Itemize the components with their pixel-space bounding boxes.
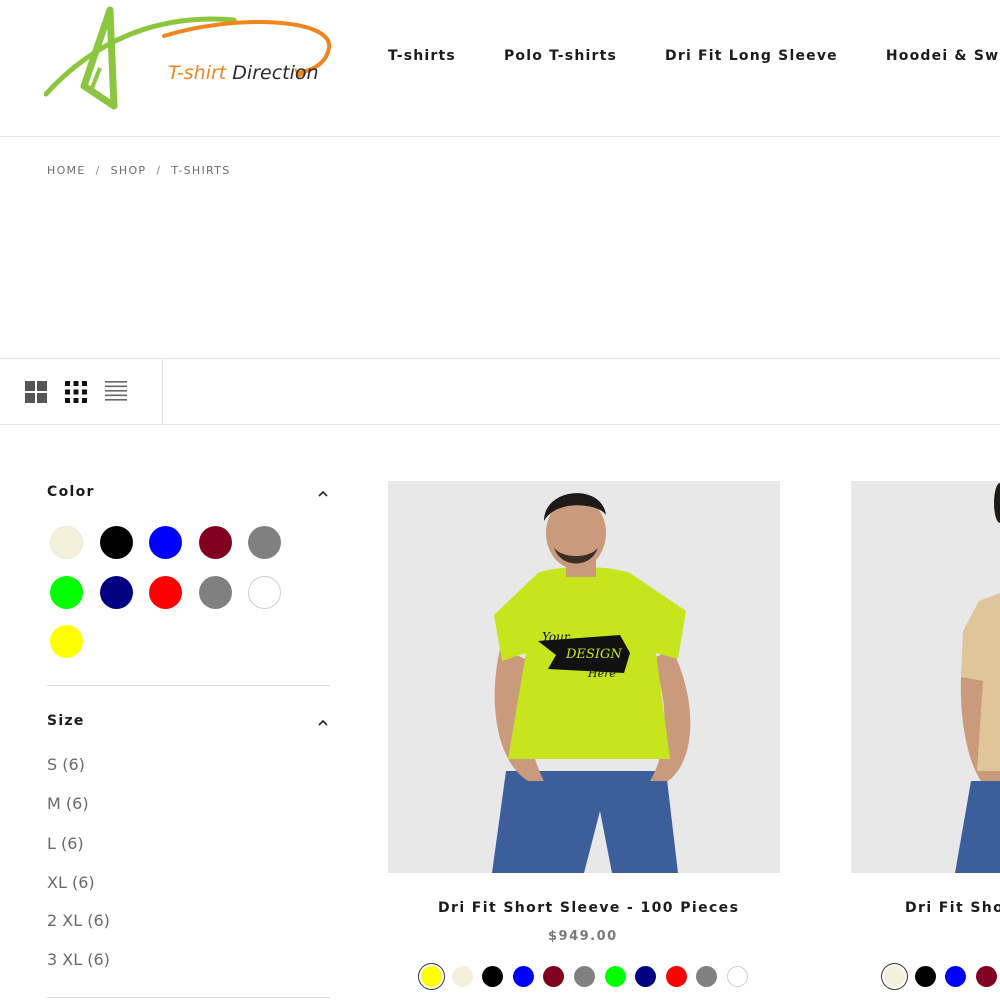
print-text-your: Your xyxy=(542,630,571,644)
breadcrumb: HOME / SHOP / T-SHIRTS xyxy=(47,164,230,177)
product-color-swatch[interactable] xyxy=(884,966,905,987)
nav-item-tshirts[interactable]: T-shirts xyxy=(388,48,456,64)
product-color-swatch[interactable] xyxy=(421,966,442,987)
logo-word-direction: Direction xyxy=(232,62,319,84)
color-swatch[interactable] xyxy=(198,526,232,559)
product-color-swatch[interactable] xyxy=(945,966,967,987)
breadcrumb-shop[interactable]: SHOP xyxy=(111,164,147,177)
size-filter-title[interactable]: Size xyxy=(47,713,85,729)
color-swatch[interactable] xyxy=(50,575,83,609)
size-option-l[interactable]: L (6) xyxy=(47,834,84,853)
product-color-swatch[interactable] xyxy=(543,966,565,987)
grid-3-icon[interactable] xyxy=(64,380,88,404)
site-header: T-shirt Direction T-shirts Polo T-shirts… xyxy=(0,0,1000,137)
product-color-swatch[interactable] xyxy=(914,966,936,987)
product-image[interactable] xyxy=(851,481,1000,873)
breadcrumb-separator: / xyxy=(95,164,101,177)
nav-item-hoodies[interactable]: Hoodei & Sw xyxy=(886,48,999,64)
size-option-xl[interactable]: XL (6) xyxy=(47,873,95,892)
grid-2-icon[interactable] xyxy=(24,380,48,404)
product-title[interactable]: Dri Fit Short Sleeve - 100 Pieces xyxy=(438,900,739,916)
toolbar-divider xyxy=(162,359,163,425)
product-image[interactable]: Your DESIGN Here xyxy=(388,481,780,873)
color-swatch[interactable] xyxy=(50,526,83,559)
color-swatch[interactable] xyxy=(99,526,133,559)
color-swatch[interactable] xyxy=(50,625,83,658)
product-color-swatch[interactable] xyxy=(482,966,504,987)
print-text-here: Here xyxy=(587,667,616,680)
product-color-swatch[interactable] xyxy=(975,966,997,987)
list-icon[interactable] xyxy=(104,380,128,404)
size-option-3xl[interactable]: 3 XL (6) xyxy=(47,950,110,969)
product-color-swatch[interactable] xyxy=(512,966,534,987)
nav-item-polo-tshirts[interactable]: Polo T-shirts xyxy=(504,48,617,64)
product-color-swatch[interactable] xyxy=(665,966,687,987)
logo-word-tshirt: T-shirt xyxy=(168,62,227,84)
chevron-up-icon[interactable] xyxy=(316,486,330,500)
color-swatch[interactable] xyxy=(149,575,182,609)
color-swatch[interactable] xyxy=(248,575,281,609)
breadcrumb-home[interactable]: HOME xyxy=(47,164,86,177)
site-logo[interactable]: T-shirt Direction xyxy=(43,6,336,110)
breadcrumb-separator: / xyxy=(156,164,162,177)
product-color-swatch[interactable] xyxy=(727,966,748,987)
filter-divider xyxy=(47,997,330,998)
product-color-swatch[interactable] xyxy=(635,966,657,987)
size-option-2xl[interactable]: 2 XL (6) xyxy=(47,911,110,930)
product-color-swatch[interactable] xyxy=(604,966,626,987)
color-swatch[interactable] xyxy=(99,575,133,609)
filter-divider xyxy=(47,685,330,686)
color-swatch[interactable] xyxy=(149,526,182,559)
product-color-swatch[interactable] xyxy=(451,966,473,987)
size-option-s[interactable]: S (6) xyxy=(47,755,85,774)
chevron-up-icon[interactable] xyxy=(316,715,330,729)
collection-toolbar xyxy=(0,358,1000,425)
product-price: $949.00 xyxy=(548,929,618,944)
nav-item-dri-fit-long-sleeve[interactable]: Dri Fit Long Sleeve xyxy=(665,48,838,64)
color-swatch[interactable] xyxy=(198,575,232,609)
color-swatch[interactable] xyxy=(248,526,281,559)
size-option-m[interactable]: M (6) xyxy=(47,794,89,813)
print-text-design: DESIGN xyxy=(565,647,622,662)
color-filter-title[interactable]: Color xyxy=(47,484,95,500)
product-title[interactable]: Dri Fit Sho xyxy=(905,900,1000,916)
product-color-swatch[interactable] xyxy=(574,966,595,987)
breadcrumb-current: T-SHIRTS xyxy=(171,164,231,177)
main-nav: T-shirts Polo T-shirts Dri Fit Long Slee… xyxy=(388,48,1000,64)
product-color-swatch[interactable] xyxy=(696,966,718,987)
logo-mark-icon xyxy=(43,6,332,110)
